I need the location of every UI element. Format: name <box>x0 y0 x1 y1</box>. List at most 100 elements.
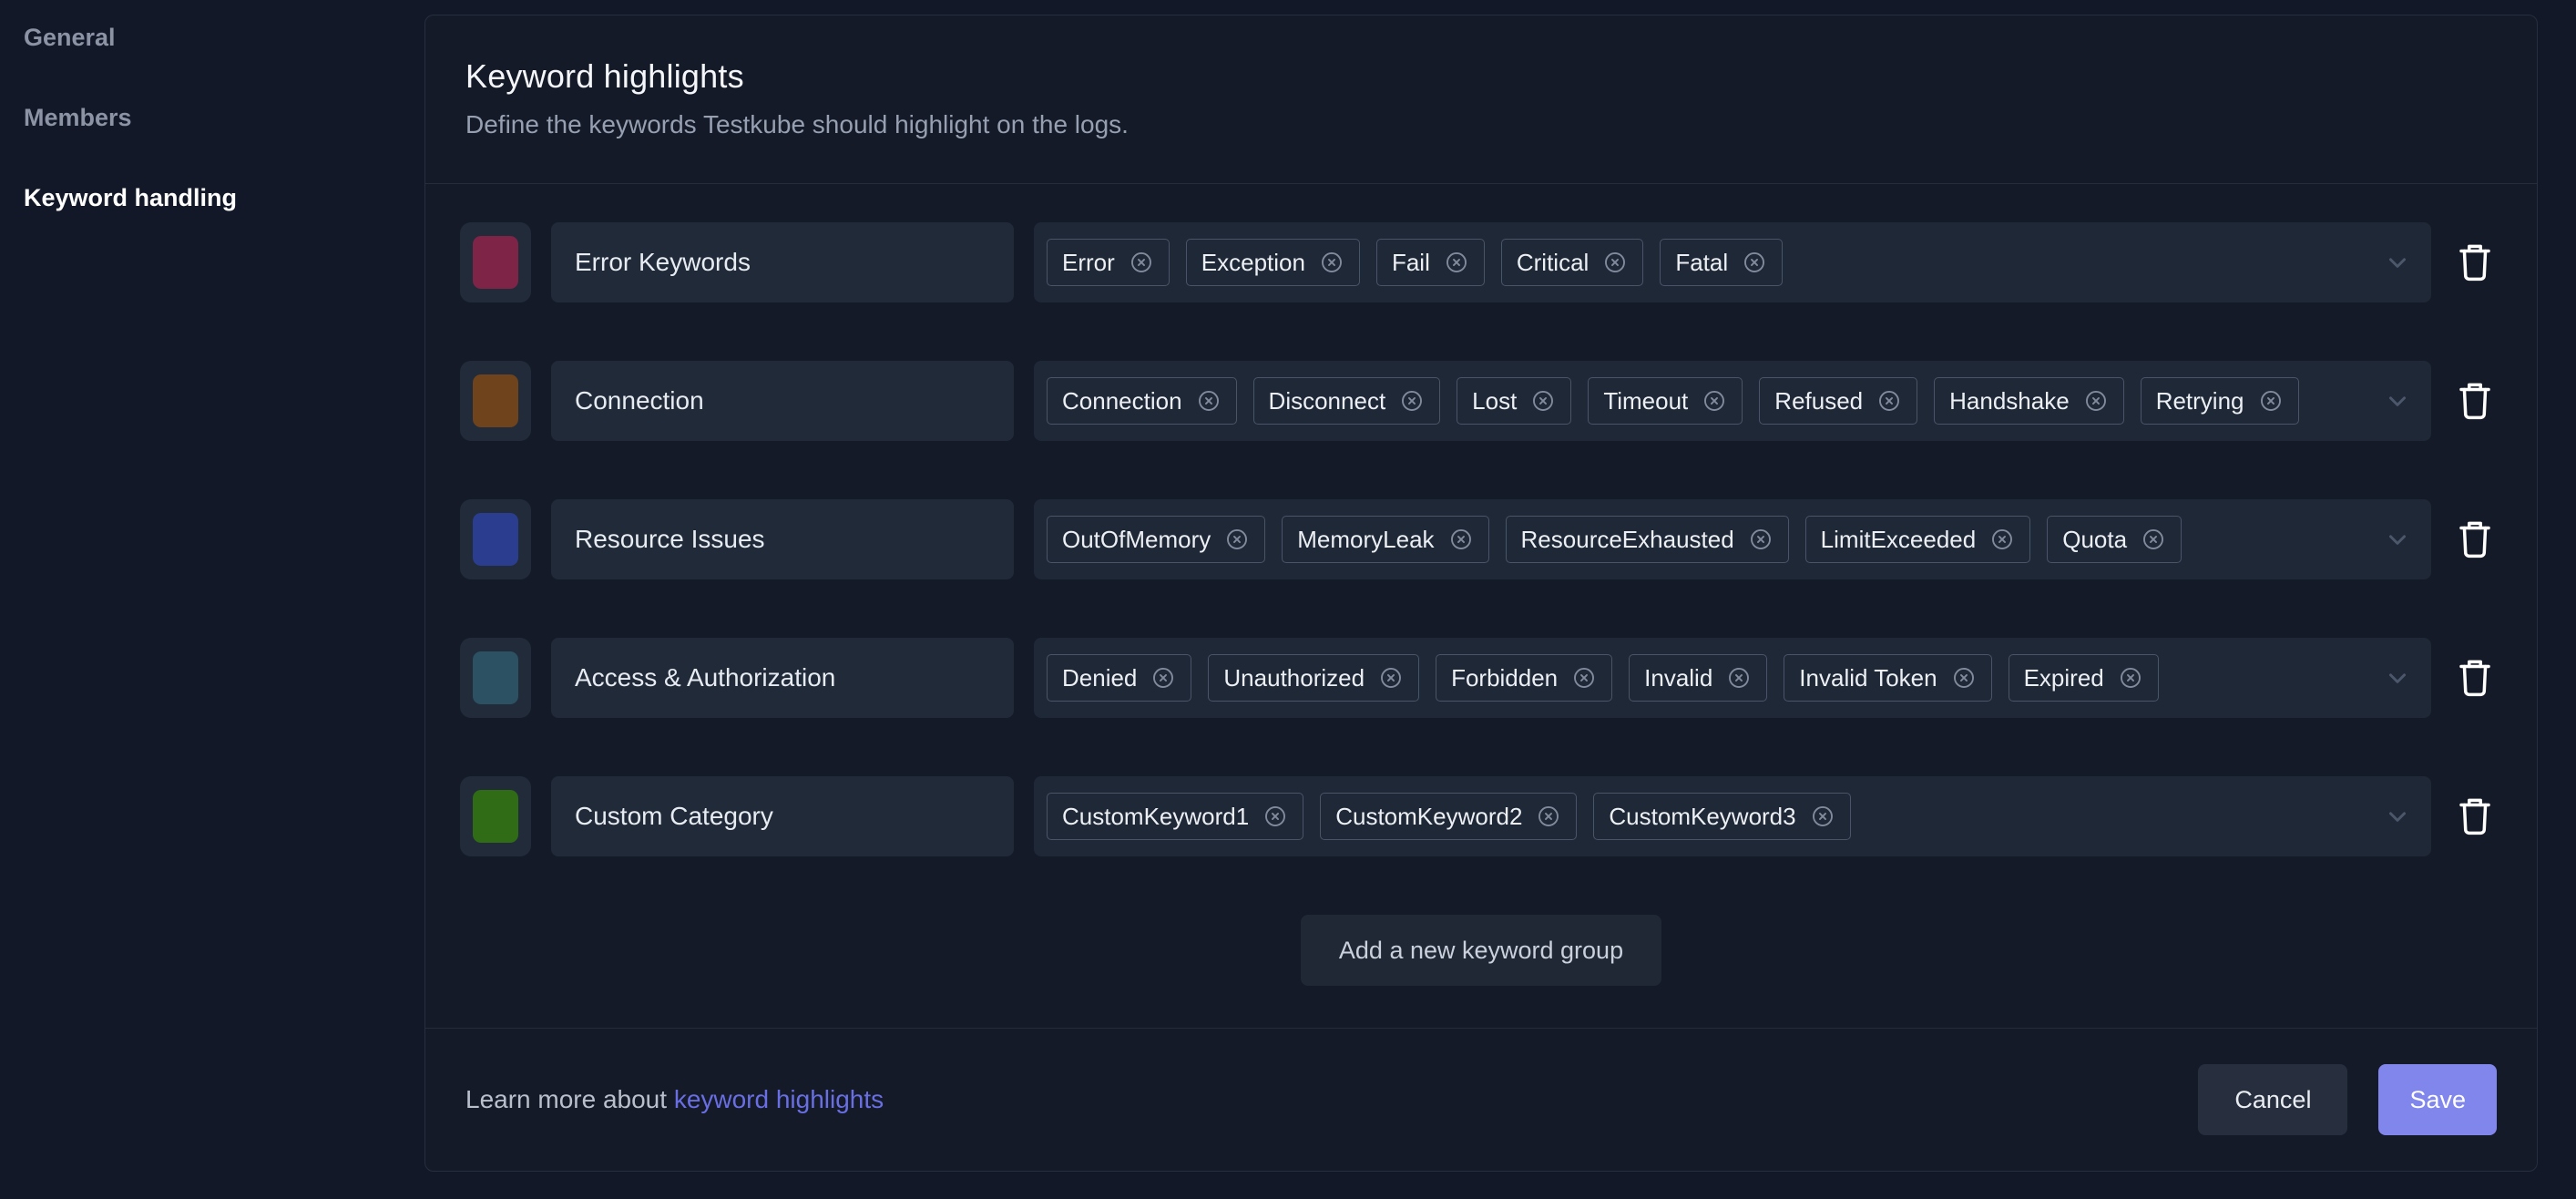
remove-keyword-icon[interactable] <box>1989 527 2015 552</box>
group-name-input[interactable] <box>551 222 1014 302</box>
keyword-highlights-link[interactable]: keyword highlights <box>674 1085 884 1113</box>
remove-keyword-icon[interactable] <box>1702 388 1727 414</box>
keyword-chip-label: Error <box>1062 249 1115 276</box>
remove-keyword-icon[interactable] <box>1571 665 1597 691</box>
remove-keyword-icon[interactable] <box>1810 804 1835 829</box>
keyword-chip-label: Timeout <box>1603 387 1689 415</box>
keyword-chip-label: LimitExceeded <box>1820 526 1977 553</box>
remove-keyword-icon[interactable] <box>1196 388 1222 414</box>
cancel-button[interactable]: Cancel <box>2198 1064 2348 1135</box>
keyword-chip: Retrying <box>2140 377 2299 425</box>
delete-group-button[interactable] <box>2453 793 2497 840</box>
keyword-chip: ResourceExhausted <box>1505 516 1789 563</box>
remove-keyword-icon[interactable] <box>2141 527 2166 552</box>
settings-sidebar: General Members Keyword handling <box>0 0 424 1199</box>
group-color-swatch <box>473 513 518 566</box>
sidebar-item-keyword-handling[interactable]: Keyword handling <box>24 180 424 216</box>
remove-keyword-icon[interactable] <box>1726 665 1752 691</box>
save-button[interactable]: Save <box>2378 1064 2497 1135</box>
sidebar-item-general[interactable]: General <box>24 20 424 56</box>
keyword-chip-label: Retrying <box>2155 387 2244 415</box>
delete-group-button[interactable] <box>2453 239 2497 286</box>
remove-keyword-icon[interactable] <box>1748 527 1774 552</box>
keyword-chip: Connection <box>1047 377 1237 425</box>
keyword-chip: Fail <box>1375 239 1485 286</box>
keyword-chip: CustomKeyword3 <box>1593 793 1851 840</box>
group-color-picker[interactable] <box>460 222 531 302</box>
chevron-down-icon[interactable] <box>2384 803 2411 830</box>
keyword-chip: Unauthorized <box>1208 654 1420 702</box>
keyword-chip: OutOfMemory <box>1047 516 1266 563</box>
keyword-chip: Invalid Token <box>1784 654 1992 702</box>
keyword-chip: Invalid <box>1629 654 1768 702</box>
remove-keyword-icon[interactable] <box>2083 388 2109 414</box>
remove-keyword-icon[interactable] <box>1150 665 1176 691</box>
chevron-down-icon[interactable] <box>2384 664 2411 692</box>
group-color-swatch <box>473 651 518 704</box>
group-keywords-input[interactable]: Denied Unauthorized Forbidden Invalid Invali… <box>1034 638 2431 718</box>
remove-keyword-icon[interactable] <box>1876 388 1902 414</box>
keyword-chip-label: CustomKeyword3 <box>1609 803 1796 830</box>
group-keywords-input[interactable]: OutOfMemory MemoryLeak ResourceExhausted Li… <box>1034 499 2431 579</box>
remove-keyword-icon[interactable] <box>1448 527 1474 552</box>
keyword-chip: Expired <box>2008 654 2159 702</box>
chevron-down-icon[interactable] <box>2384 387 2411 415</box>
remove-keyword-icon[interactable] <box>1262 804 1288 829</box>
group-keywords-input[interactable]: CustomKeyword1 CustomKeyword2 CustomKeywor… <box>1034 776 2431 856</box>
group-color-picker[interactable] <box>460 776 531 856</box>
remove-keyword-icon[interactable] <box>1536 804 1561 829</box>
add-row: Add a new keyword group <box>425 915 2537 1028</box>
delete-group-button[interactable] <box>2453 516 2497 563</box>
keyword-chip: Denied <box>1047 654 1192 702</box>
group-color-swatch <box>473 790 518 843</box>
group-keywords-input[interactable]: Connection Disconnect Lost Timeout Refused Ha… <box>1034 361 2431 441</box>
remove-keyword-icon[interactable] <box>1742 250 1767 275</box>
keyword-chip-label: CustomKeyword1 <box>1062 803 1250 830</box>
keyword-chip-label: Expired <box>2023 664 2104 692</box>
delete-group-button[interactable] <box>2453 377 2497 425</box>
keyword-chip-label: Invalid Token <box>1799 664 1937 692</box>
remove-keyword-icon[interactable] <box>1530 388 1556 414</box>
remove-keyword-icon[interactable] <box>1951 665 1977 691</box>
remove-keyword-icon[interactable] <box>1602 250 1628 275</box>
keyword-chip: Refused <box>1759 377 1918 425</box>
keyword-chip-label: Refused <box>1774 387 1864 415</box>
remove-keyword-icon[interactable] <box>1378 665 1404 691</box>
group-color-picker[interactable] <box>460 499 531 579</box>
group-name-input[interactable] <box>551 638 1014 718</box>
group-name-input[interactable] <box>551 361 1014 441</box>
keyword-chip-label: Fail <box>1391 249 1430 276</box>
remove-keyword-icon[interactable] <box>1399 388 1425 414</box>
keyword-chip-label: MemoryLeak <box>1297 526 1435 553</box>
chevron-down-icon[interactable] <box>2384 526 2411 553</box>
group-color-picker[interactable] <box>460 361 531 441</box>
keyword-group-row: Connection Disconnect Lost Timeout Refused Ha… <box>460 361 2497 441</box>
group-name-input[interactable] <box>551 776 1014 856</box>
remove-keyword-icon[interactable] <box>1129 250 1154 275</box>
keyword-chip: Disconnect <box>1252 377 1441 425</box>
keyword-chip: Quota <box>2047 516 2182 563</box>
keyword-group-row: Error Exception Fail Critical Fatal <box>460 222 2497 302</box>
keyword-groups-list: Error Exception Fail Critical Fatal Connecti… <box>425 184 2537 915</box>
keyword-chip-label: Connection <box>1062 387 1182 415</box>
keyword-chip-label: Invalid <box>1644 664 1713 692</box>
keyword-group-row: CustomKeyword1 CustomKeyword2 CustomKeywor… <box>460 776 2497 856</box>
keyword-chip: Fatal <box>1660 239 1784 286</box>
remove-keyword-icon[interactable] <box>1319 250 1344 275</box>
keyword-chip-label: Exception <box>1201 249 1305 276</box>
delete-group-button[interactable] <box>2453 654 2497 702</box>
keyword-chip-label: Disconnect <box>1268 387 1386 415</box>
remove-keyword-icon[interactable] <box>1444 250 1469 275</box>
group-name-input[interactable] <box>551 499 1014 579</box>
add-keyword-group-button[interactable]: Add a new keyword group <box>1300 915 1662 986</box>
footer-actions: Cancel Save <box>2198 1064 2497 1135</box>
remove-keyword-icon[interactable] <box>1224 527 1250 552</box>
group-keywords-input[interactable]: Error Exception Fail Critical Fatal <box>1034 222 2431 302</box>
group-color-picker[interactable] <box>460 638 531 718</box>
remove-keyword-icon[interactable] <box>2258 388 2284 414</box>
remove-keyword-icon[interactable] <box>2118 665 2143 691</box>
chevron-down-icon[interactable] <box>2384 249 2411 276</box>
keyword-chip: Forbidden <box>1436 654 1613 702</box>
keyword-chip: CustomKeyword2 <box>1320 793 1578 840</box>
sidebar-item-members[interactable]: Members <box>24 100 424 136</box>
